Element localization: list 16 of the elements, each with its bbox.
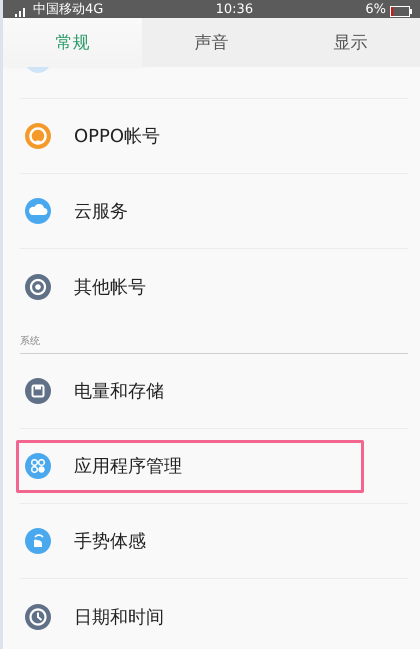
floppy-disk-icon: [25, 378, 51, 404]
carrier-text: 中国移动4G: [33, 3, 104, 17]
settings-item[interactable]: 云服务: [20, 174, 408, 249]
settings-item[interactable]: OPPO帐号: [20, 99, 408, 174]
settings-item[interactable]: 电量和存储: [20, 354, 408, 429]
battery-percent: 6%: [365, 3, 386, 17]
clock-icon: [25, 604, 51, 630]
settings-item[interactable]: 其他帐号: [20, 249, 408, 324]
cloud-icon: [25, 198, 51, 224]
settings-item[interactable]: 手势体感: [20, 504, 408, 579]
section-title: 系统: [20, 334, 40, 348]
apps-icon: [25, 453, 51, 479]
settings-item[interactable]: 应用程序管理: [20, 429, 408, 504]
settings-item[interactable]: 日期和时间: [20, 579, 408, 649]
battery-icon: [390, 6, 412, 17]
clock-time: 10:36: [216, 3, 254, 17]
